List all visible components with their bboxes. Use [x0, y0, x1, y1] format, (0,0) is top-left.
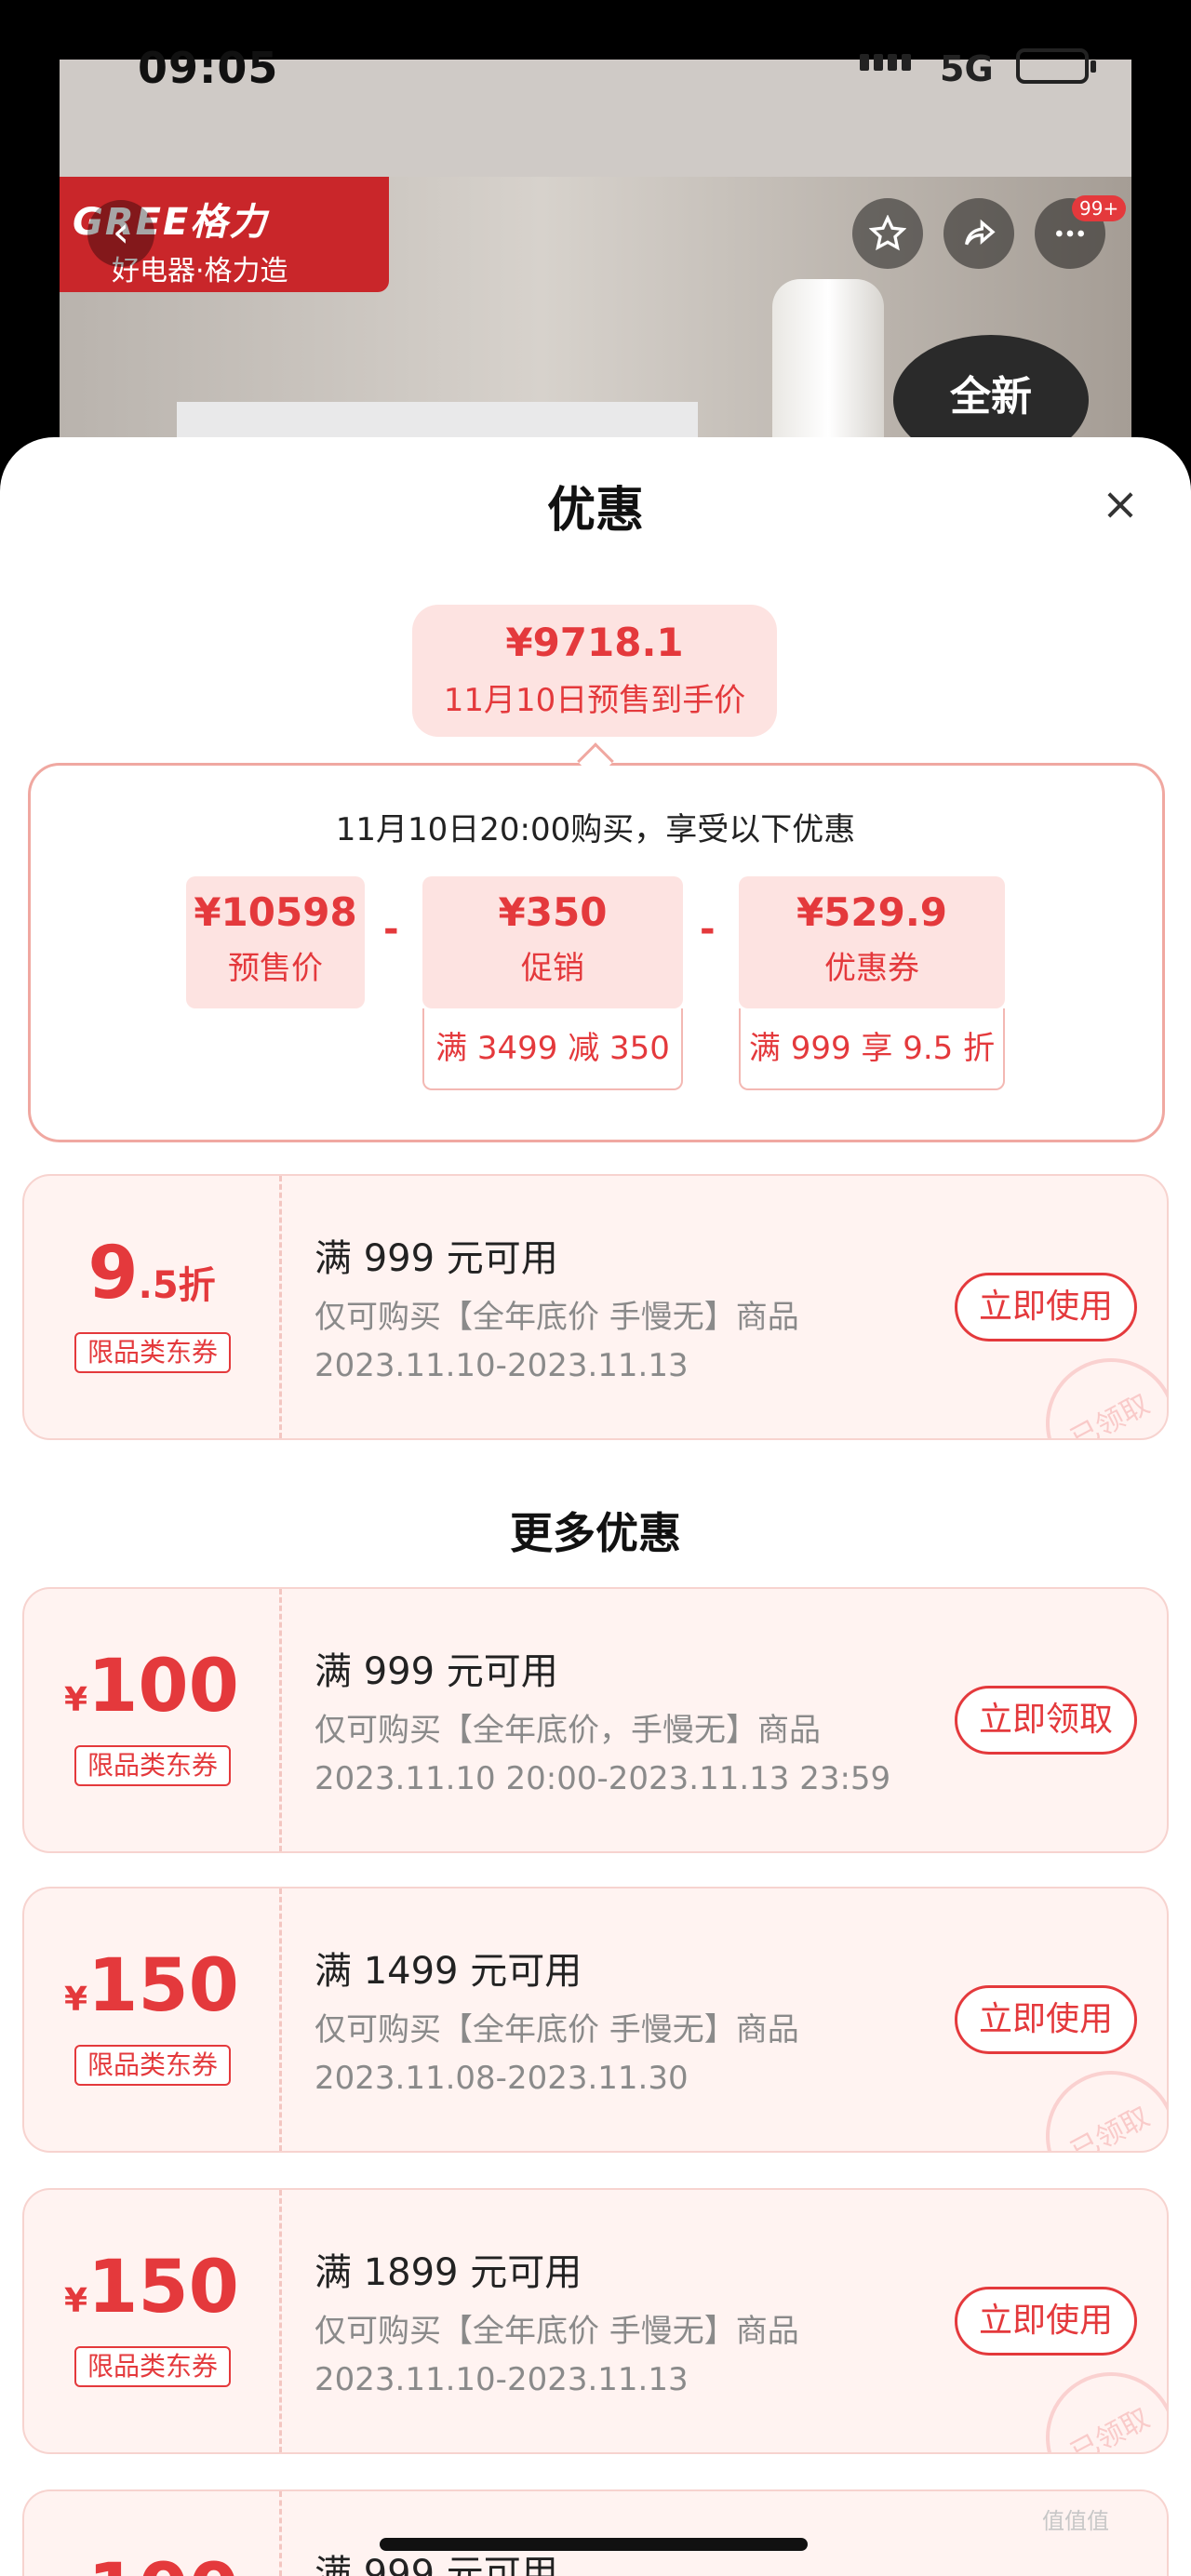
claim-now-button[interactable]: 立即领取	[955, 1686, 1137, 1755]
home-indicator	[380, 2538, 808, 2551]
coupon-title: 满 1499 元可用	[314, 1950, 582, 1993]
coupon-amount-value: 100	[87, 1645, 239, 1728]
watermark: 值值值	[1042, 2508, 1109, 2534]
share-button[interactable]	[943, 198, 1014, 269]
minus-sign: -	[383, 908, 399, 951]
coupon-amount: 9.5折	[24, 1232, 279, 1315]
final-price: ¥9718.1	[505, 620, 684, 665]
claimed-stamp: 已领取	[1023, 1335, 1167, 1438]
claimed-stamp: 已领取	[1023, 2349, 1167, 2452]
coupon-scope: 仅可购买【全年底价 手慢无】商品	[314, 2011, 799, 2049]
star-icon	[868, 214, 907, 251]
presale-price-box: ¥10598 预售价	[186, 876, 365, 1008]
coupon-divider	[279, 1889, 282, 2151]
coupon-dates: 2023.11.10-2023.11.13	[314, 2361, 689, 2398]
sheet-title: 优惠	[546, 483, 644, 539]
coupon-amount-value: 100	[87, 2549, 239, 2576]
currency-symbol: ¥	[64, 1681, 88, 1719]
coupon-value: ¥529.9	[796, 889, 948, 935]
network-type: 5G	[940, 48, 994, 89]
more-discounts-title: 更多优惠	[510, 1508, 681, 1558]
cart-badge: 99+	[1072, 195, 1127, 221]
promotion-box: ¥350 促销	[422, 876, 683, 1008]
coupon-dates: 2023.11.10 20:00-2023.11.13 23:59	[314, 1760, 891, 1797]
currency-symbol: ¥	[64, 2282, 88, 2320]
back-button[interactable]: ‹	[87, 200, 154, 267]
share-icon	[965, 219, 996, 246]
coupon-card: ¥150 限品类东券 满 1499 元可用 仅可购买【全年底价 手慢无】商品 2…	[22, 1887, 1169, 2153]
coupon-scope: 仅可购买【全年底价，手慢无】商品	[314, 1712, 821, 1749]
status-time: 09:05	[138, 43, 279, 93]
coupon-amount: ¥150	[24, 2246, 279, 2329]
coupon-dates: 2023.11.10-2023.11.13	[314, 1347, 689, 1384]
coupon-title: 满 1899 元可用	[314, 2251, 582, 2294]
coupon-scope: 仅可购买【全年底价 手慢无】商品	[314, 2313, 799, 2350]
promotion-value: ¥350	[498, 889, 608, 935]
coupon-card: ¥100 限品类东券 满 999 元可用 仅可购买【全年底价，手慢无】商品 20…	[22, 1587, 1169, 1853]
coupon-amount-unit: .5折	[138, 1264, 216, 1307]
coupon-category-tag: 限品类东券	[74, 1745, 231, 1786]
battery-icon	[1016, 48, 1096, 84]
coupon-amount-value: 150	[87, 2246, 239, 2329]
coupon-amount: ¥100	[24, 2549, 279, 2576]
coupon-amount: ¥100	[24, 1645, 279, 1728]
final-price-pill: ¥9718.1 11月10日预售到手价	[412, 605, 777, 737]
close-button[interactable]: ×	[1098, 482, 1143, 528]
coupon-category-tag: 限品类东券	[74, 2346, 231, 2387]
favorite-button[interactable]	[852, 198, 923, 269]
coupon-scope: 仅可购买【全年底价 手慢无】商品	[314, 1299, 799, 1336]
coupon-category-tag: 限品类东券	[74, 1332, 231, 1373]
presale-value: ¥10598	[194, 889, 357, 935]
coupon-dates: 2023.11.08-2023.11.30	[314, 2060, 689, 2097]
use-now-button[interactable]: 立即使用	[955, 2287, 1137, 2356]
breakdown-title: 11月10日20:00购买，享受以下优惠	[335, 811, 856, 848]
promotion-condition: 满 3499 减 350	[422, 1008, 683, 1090]
currency-symbol: ¥	[64, 1981, 88, 2019]
coupon-condition: 满 999 享 9.5 折	[739, 1008, 1005, 1090]
coupon-title: 满 999 元可用	[314, 1237, 558, 1280]
promotion-label: 促销	[521, 950, 584, 987]
chevron-left-icon: ‹	[112, 207, 130, 257]
coupon-amount: ¥150	[24, 1944, 279, 2028]
coupon-title: 满 999 元可用	[314, 1650, 558, 1693]
coupon-amount-value: 150	[87, 1944, 239, 2028]
coupon-card: ¥150 限品类东券 满 1899 元可用 仅可购买【全年底价 手慢无】商品 2…	[22, 2188, 1169, 2454]
coupon-box: ¥529.9 优惠券	[739, 876, 1005, 1008]
signal-icon	[860, 54, 911, 71]
coupon-card: ¥100 满 999 元可用	[22, 2489, 1169, 2576]
close-icon: ×	[1101, 478, 1140, 530]
coupon-divider	[279, 2190, 282, 2452]
coupon-amount-value: 9	[87, 1232, 139, 1315]
use-now-button[interactable]: 立即使用	[955, 1985, 1137, 2054]
coupon-card: 9.5折 限品类东券 满 999 元可用 仅可购买【全年底价 手慢无】商品 20…	[22, 1174, 1169, 1440]
coupon-category-tag: 限品类东券	[74, 2045, 231, 2086]
coupon-divider	[279, 2491, 282, 2576]
claimed-stamp: 已领取	[1023, 2048, 1167, 2151]
minus-sign: -	[700, 908, 716, 951]
coupon-label: 优惠券	[824, 950, 919, 987]
final-price-caption: 11月10日预售到手价	[443, 682, 746, 719]
coupon-divider	[279, 1589, 282, 1851]
coupon-divider	[279, 1176, 282, 1438]
presale-label: 预售价	[228, 950, 323, 987]
use-now-button[interactable]: 立即使用	[955, 1273, 1137, 1341]
